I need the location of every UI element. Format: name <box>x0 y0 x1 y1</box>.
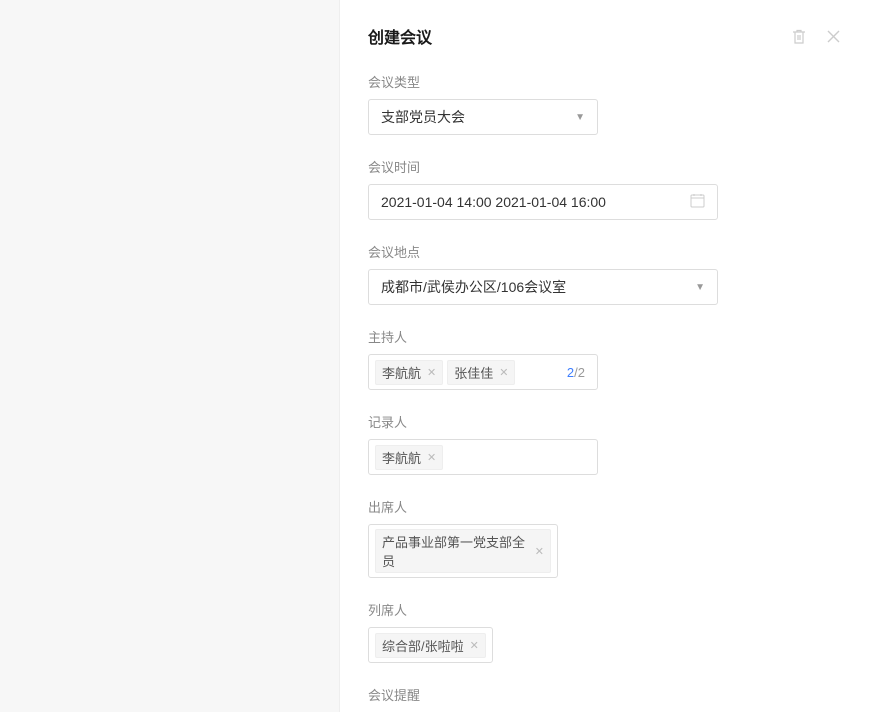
host-group: 主持人 李航航 ✕ 张佳佳 ✕ 2/2 <box>368 327 842 390</box>
attendee-input[interactable]: 产品事业部第一党支部全员 ✕ <box>368 524 558 578</box>
recorder-input[interactable]: 李航航 ✕ <box>368 439 598 475</box>
tag-text: 李航航 <box>382 448 421 467</box>
panel-title: 创建会议 <box>368 24 432 48</box>
attendee-label: 出席人 <box>368 497 842 516</box>
meeting-type-label: 会议类型 <box>368 72 842 91</box>
header-actions <box>790 27 842 45</box>
observer-label: 列席人 <box>368 600 842 619</box>
host-count-max: 2 <box>578 365 585 380</box>
meeting-location-group: 会议地点 成都市/武侯办公区/106会议室 ▼ <box>368 242 842 305</box>
meeting-time-group: 会议时间 2021-01-04 14:00 2021-01-04 16:00 <box>368 157 842 220</box>
panel-header: 创建会议 <box>368 24 842 48</box>
host-input[interactable]: 李航航 ✕ 张佳佳 ✕ 2/2 <box>368 354 598 390</box>
host-count-current: 2 <box>567 365 574 380</box>
host-tag: 张佳佳 ✕ <box>447 360 515 385</box>
meeting-location-value: 成都市/武侯办公区/106会议室 <box>381 277 566 297</box>
tag-text: 综合部/张啦啦 <box>382 636 464 655</box>
recorder-label: 记录人 <box>368 412 842 431</box>
host-counter: 2/2 <box>567 365 591 380</box>
meeting-location-label: 会议地点 <box>368 242 842 261</box>
observer-group: 列席人 综合部/张啦啦 ✕ <box>368 600 842 663</box>
meeting-type-value: 支部党员大会 <box>381 107 465 127</box>
observer-input[interactable]: 综合部/张啦啦 ✕ <box>368 627 493 663</box>
recorder-tag: 李航航 ✕ <box>375 445 443 470</box>
host-label: 主持人 <box>368 327 842 346</box>
tag-remove-icon[interactable]: ✕ <box>427 451 436 464</box>
chevron-down-icon: ▼ <box>575 112 585 123</box>
delete-icon[interactable] <box>790 27 808 45</box>
meeting-location-select[interactable]: 成都市/武侯办公区/106会议室 ▼ <box>368 269 718 305</box>
attendee-group: 出席人 产品事业部第一党支部全员 ✕ <box>368 497 842 578</box>
meeting-time-value: 2021-01-04 14:00 2021-01-04 16:00 <box>381 194 606 210</box>
attendee-tag: 产品事业部第一党支部全员 ✕ <box>375 529 551 573</box>
observer-tag: 综合部/张啦啦 ✕ <box>375 633 486 658</box>
reminder-group: 会议提醒 提前15分钟 ▼ <box>368 685 842 712</box>
meeting-type-group: 会议类型 支部党员大会 ▼ <box>368 72 842 135</box>
tag-remove-icon[interactable]: ✕ <box>535 545 544 558</box>
chevron-down-icon: ▼ <box>695 282 705 293</box>
tag-text: 李航航 <box>382 363 421 382</box>
create-meeting-panel: 创建会议 会议类型 支部党员大会 ▼ 会议时间 2021-01-04 14:00… <box>340 0 870 712</box>
tag-remove-icon[interactable]: ✕ <box>427 366 436 379</box>
meeting-time-input[interactable]: 2021-01-04 14:00 2021-01-04 16:00 <box>368 184 718 220</box>
tag-text: 产品事业部第一党支部全员 <box>382 532 529 570</box>
calendar-icon <box>690 193 705 211</box>
tag-remove-icon[interactable]: ✕ <box>470 639 479 652</box>
tag-text: 张佳佳 <box>454 363 493 382</box>
meeting-time-label: 会议时间 <box>368 157 842 176</box>
recorder-group: 记录人 李航航 ✕ <box>368 412 842 475</box>
close-icon[interactable] <box>824 27 842 45</box>
meeting-type-select[interactable]: 支部党员大会 ▼ <box>368 99 598 135</box>
tag-remove-icon[interactable]: ✕ <box>499 366 508 379</box>
reminder-label: 会议提醒 <box>368 685 842 704</box>
host-tag: 李航航 ✕ <box>375 360 443 385</box>
sidebar-area <box>0 0 340 712</box>
